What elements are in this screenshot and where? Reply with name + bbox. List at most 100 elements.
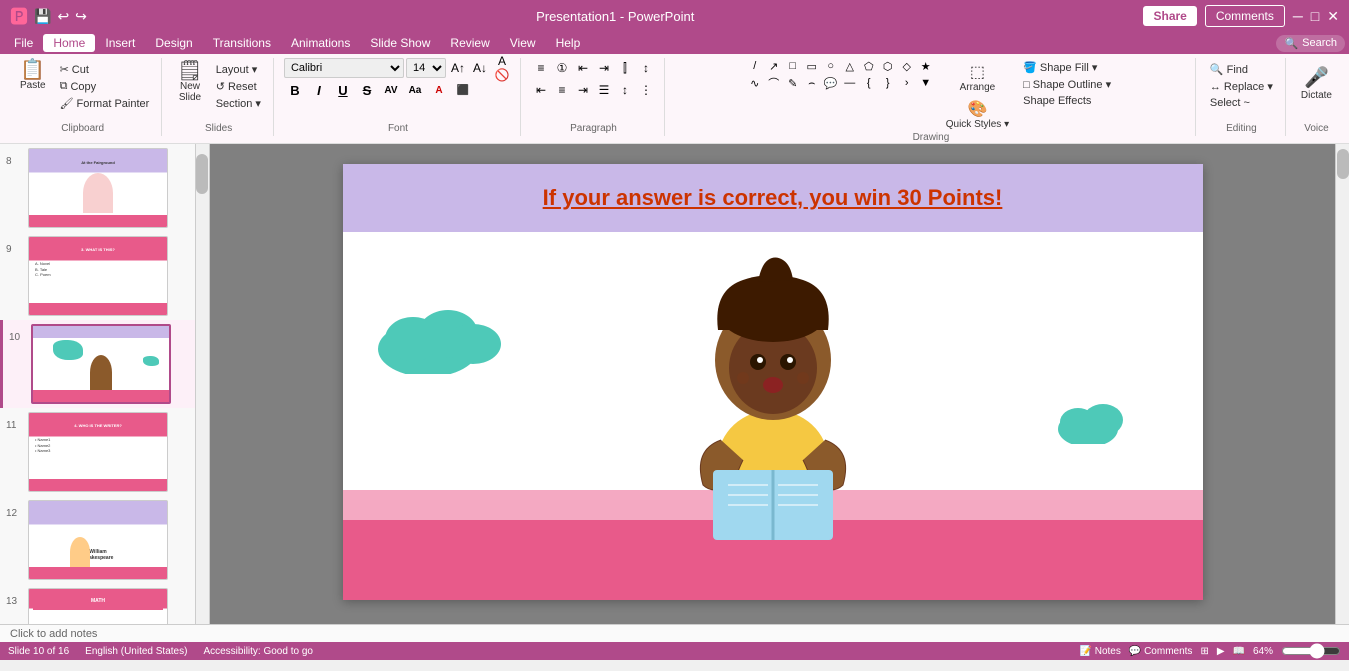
text-case-button[interactable]: Aa (404, 80, 426, 100)
shape-arc[interactable]: ⌢ (804, 75, 820, 91)
menu-file[interactable]: File (4, 34, 43, 52)
slide-thumbnail-13[interactable]: 13 MATH (0, 584, 209, 624)
shape-fill-button[interactable]: 🪣 Shape Fill ▾ (1019, 60, 1115, 75)
shape-outline-button[interactable]: □ Shape Outline ▾ (1019, 77, 1115, 92)
quick-access-undo[interactable]: ↩ (57, 8, 69, 25)
main-scrollbar[interactable] (1335, 144, 1349, 624)
font-increase-button[interactable]: A↑ (448, 58, 468, 78)
menu-insert[interactable]: Insert (95, 34, 145, 52)
font-size-select[interactable]: 14 (406, 58, 446, 78)
align-left-button[interactable]: ⇤ (531, 80, 551, 100)
replace-button[interactable]: ↔ Replace ▾ (1206, 79, 1277, 94)
scroll-thumb[interactable] (196, 154, 208, 194)
shape-pentagon[interactable]: ⬠ (861, 58, 877, 74)
menu-help[interactable]: Help (546, 34, 591, 52)
copy-button[interactable]: ⧉ Copy (56, 79, 154, 94)
menu-animations[interactable]: Animations (281, 34, 360, 52)
close-button[interactable]: ✕ (1327, 8, 1339, 25)
underline-button[interactable]: U (332, 80, 354, 100)
shape-curve[interactable]: ∿ (747, 75, 763, 91)
shape-bracket[interactable]: { (861, 75, 877, 91)
font-decrease-button[interactable]: A↓ (470, 58, 490, 78)
decrease-indent-button[interactable]: ⇤ (573, 58, 593, 78)
dictate-button[interactable]: 🎤 Dictate (1296, 62, 1337, 104)
justify-button[interactable]: ☰ (594, 80, 614, 100)
menu-design[interactable]: Design (145, 34, 202, 52)
columns-button[interactable]: ⫿ (615, 58, 635, 78)
quick-access-redo[interactable]: ↪ (75, 8, 87, 25)
menu-slideshow[interactable]: Slide Show (360, 34, 440, 52)
menu-transitions[interactable]: Transitions (203, 34, 281, 52)
align-center-button[interactable]: ≡ (552, 80, 572, 100)
paste-button[interactable]: 📋 Paste (12, 58, 54, 93)
zoom-slider[interactable] (1281, 647, 1341, 655)
arrange-button[interactable]: ⬚ Arrange (940, 60, 1015, 95)
select-button[interactable]: Select ~ (1206, 96, 1277, 110)
line-spacing-button[interactable]: ↕ (615, 80, 635, 100)
shape-callout[interactable]: 💬 (823, 75, 839, 91)
shape-rounded-rect[interactable]: ▭ (804, 58, 820, 74)
notes-bar[interactable]: Click to add notes (0, 624, 1349, 642)
comments-count[interactable]: 💬 Comments (1129, 646, 1193, 657)
slide-thumbnail-10[interactable]: 10 (0, 320, 209, 408)
quick-access-save[interactable]: 💾 (34, 8, 51, 25)
slide-canvas[interactable]: If your answer is correct, you win 30 Po… (343, 164, 1203, 600)
format-painter-button[interactable]: 🖌 Format Painter (56, 96, 154, 111)
shape-circle[interactable]: ○ (823, 58, 839, 74)
share-button[interactable]: Share (1143, 6, 1196, 26)
view-slideshow[interactable]: ▶ (1217, 646, 1225, 657)
shape-line[interactable]: / (747, 58, 763, 74)
search-label[interactable]: Search (1302, 37, 1337, 49)
notes-button[interactable]: 📝 Notes (1080, 646, 1121, 657)
find-button[interactable]: 🔍 Find (1206, 62, 1277, 77)
main-scroll-thumb[interactable] (1337, 149, 1349, 179)
comments-button[interactable]: Comments (1205, 5, 1285, 27)
bold-button[interactable]: B (284, 80, 306, 100)
italic-button[interactable]: I (308, 80, 330, 100)
shape-arrow[interactable]: ↗ (766, 58, 782, 74)
reset-button[interactable]: ↺ Reset (212, 79, 265, 94)
bullets-button[interactable]: ≡ (531, 58, 551, 78)
numbering-button[interactable]: ① (552, 58, 572, 78)
shape-hexagon[interactable]: ⬡ (880, 58, 896, 74)
increase-indent-button[interactable]: ⇥ (594, 58, 614, 78)
cut-button[interactable]: ✂ Cut (56, 62, 154, 77)
shape-more[interactable]: ▼ (918, 75, 934, 91)
view-reading[interactable]: 📖 (1233, 646, 1245, 657)
menu-home[interactable]: Home (43, 34, 95, 52)
align-right-button[interactable]: ⇥ (573, 80, 593, 100)
menu-view[interactable]: View (500, 34, 546, 52)
slide-thumbnail-8[interactable]: 8 At the Fairground (0, 144, 209, 232)
slide-thumbnail-9[interactable]: 9 3. WHAT IS THIS? A. NovelB. TaleC. Poe… (0, 232, 209, 320)
shape-diamond[interactable]: ◇ (899, 58, 915, 74)
slide-thumbnail-11[interactable]: 11 4. WHO IS THE WRITER? • Name1• Name2•… (0, 408, 209, 496)
section-button[interactable]: Section ▾ (212, 96, 265, 111)
shape-star[interactable]: ★ (918, 58, 934, 74)
clear-format-button[interactable]: A🚫 (492, 58, 512, 78)
shape-triangle[interactable]: △ (842, 58, 858, 74)
view-normal[interactable]: ⊞ (1200, 646, 1208, 657)
font-name-select[interactable]: Calibri (284, 58, 404, 78)
shape-effects-button[interactable]: Shape Effects (1019, 94, 1115, 108)
shape-chevron[interactable]: › (899, 75, 915, 91)
quick-styles-button[interactable]: 🎨 Quick Styles ▾ (940, 97, 1015, 132)
text-direction-button[interactable]: ↕ (636, 58, 656, 78)
highlight-button[interactable]: ⬛ (452, 80, 474, 100)
maximize-button[interactable]: □ (1311, 8, 1319, 24)
shape-bend[interactable]: ⌒ (766, 75, 782, 91)
shape-brace[interactable]: } (880, 75, 896, 91)
minimize-button[interactable]: ─ (1293, 8, 1303, 24)
menu-review[interactable]: Review (440, 34, 499, 52)
shape-connector[interactable]: — (842, 75, 858, 91)
shape-freeform[interactable]: ✎ (785, 75, 801, 91)
font-color-button[interactable]: A (428, 80, 450, 100)
strikethrough-button[interactable]: S (356, 80, 378, 100)
slide-thumbnail-12[interactable]: 12 WilliamShakespeare (0, 496, 209, 584)
layout-button[interactable]: Layout ▾ (212, 62, 265, 77)
paragraph-more-button[interactable]: ⋮ (636, 80, 656, 100)
new-slide-button[interactable]: 🗒 NewSlide (172, 58, 207, 106)
notes-placeholder[interactable]: Click to add notes (10, 628, 97, 640)
char-spacing-button[interactable]: AV (380, 80, 402, 100)
slide-panel-scrollbar[interactable] (195, 144, 209, 624)
shape-rect[interactable]: □ (785, 58, 801, 74)
